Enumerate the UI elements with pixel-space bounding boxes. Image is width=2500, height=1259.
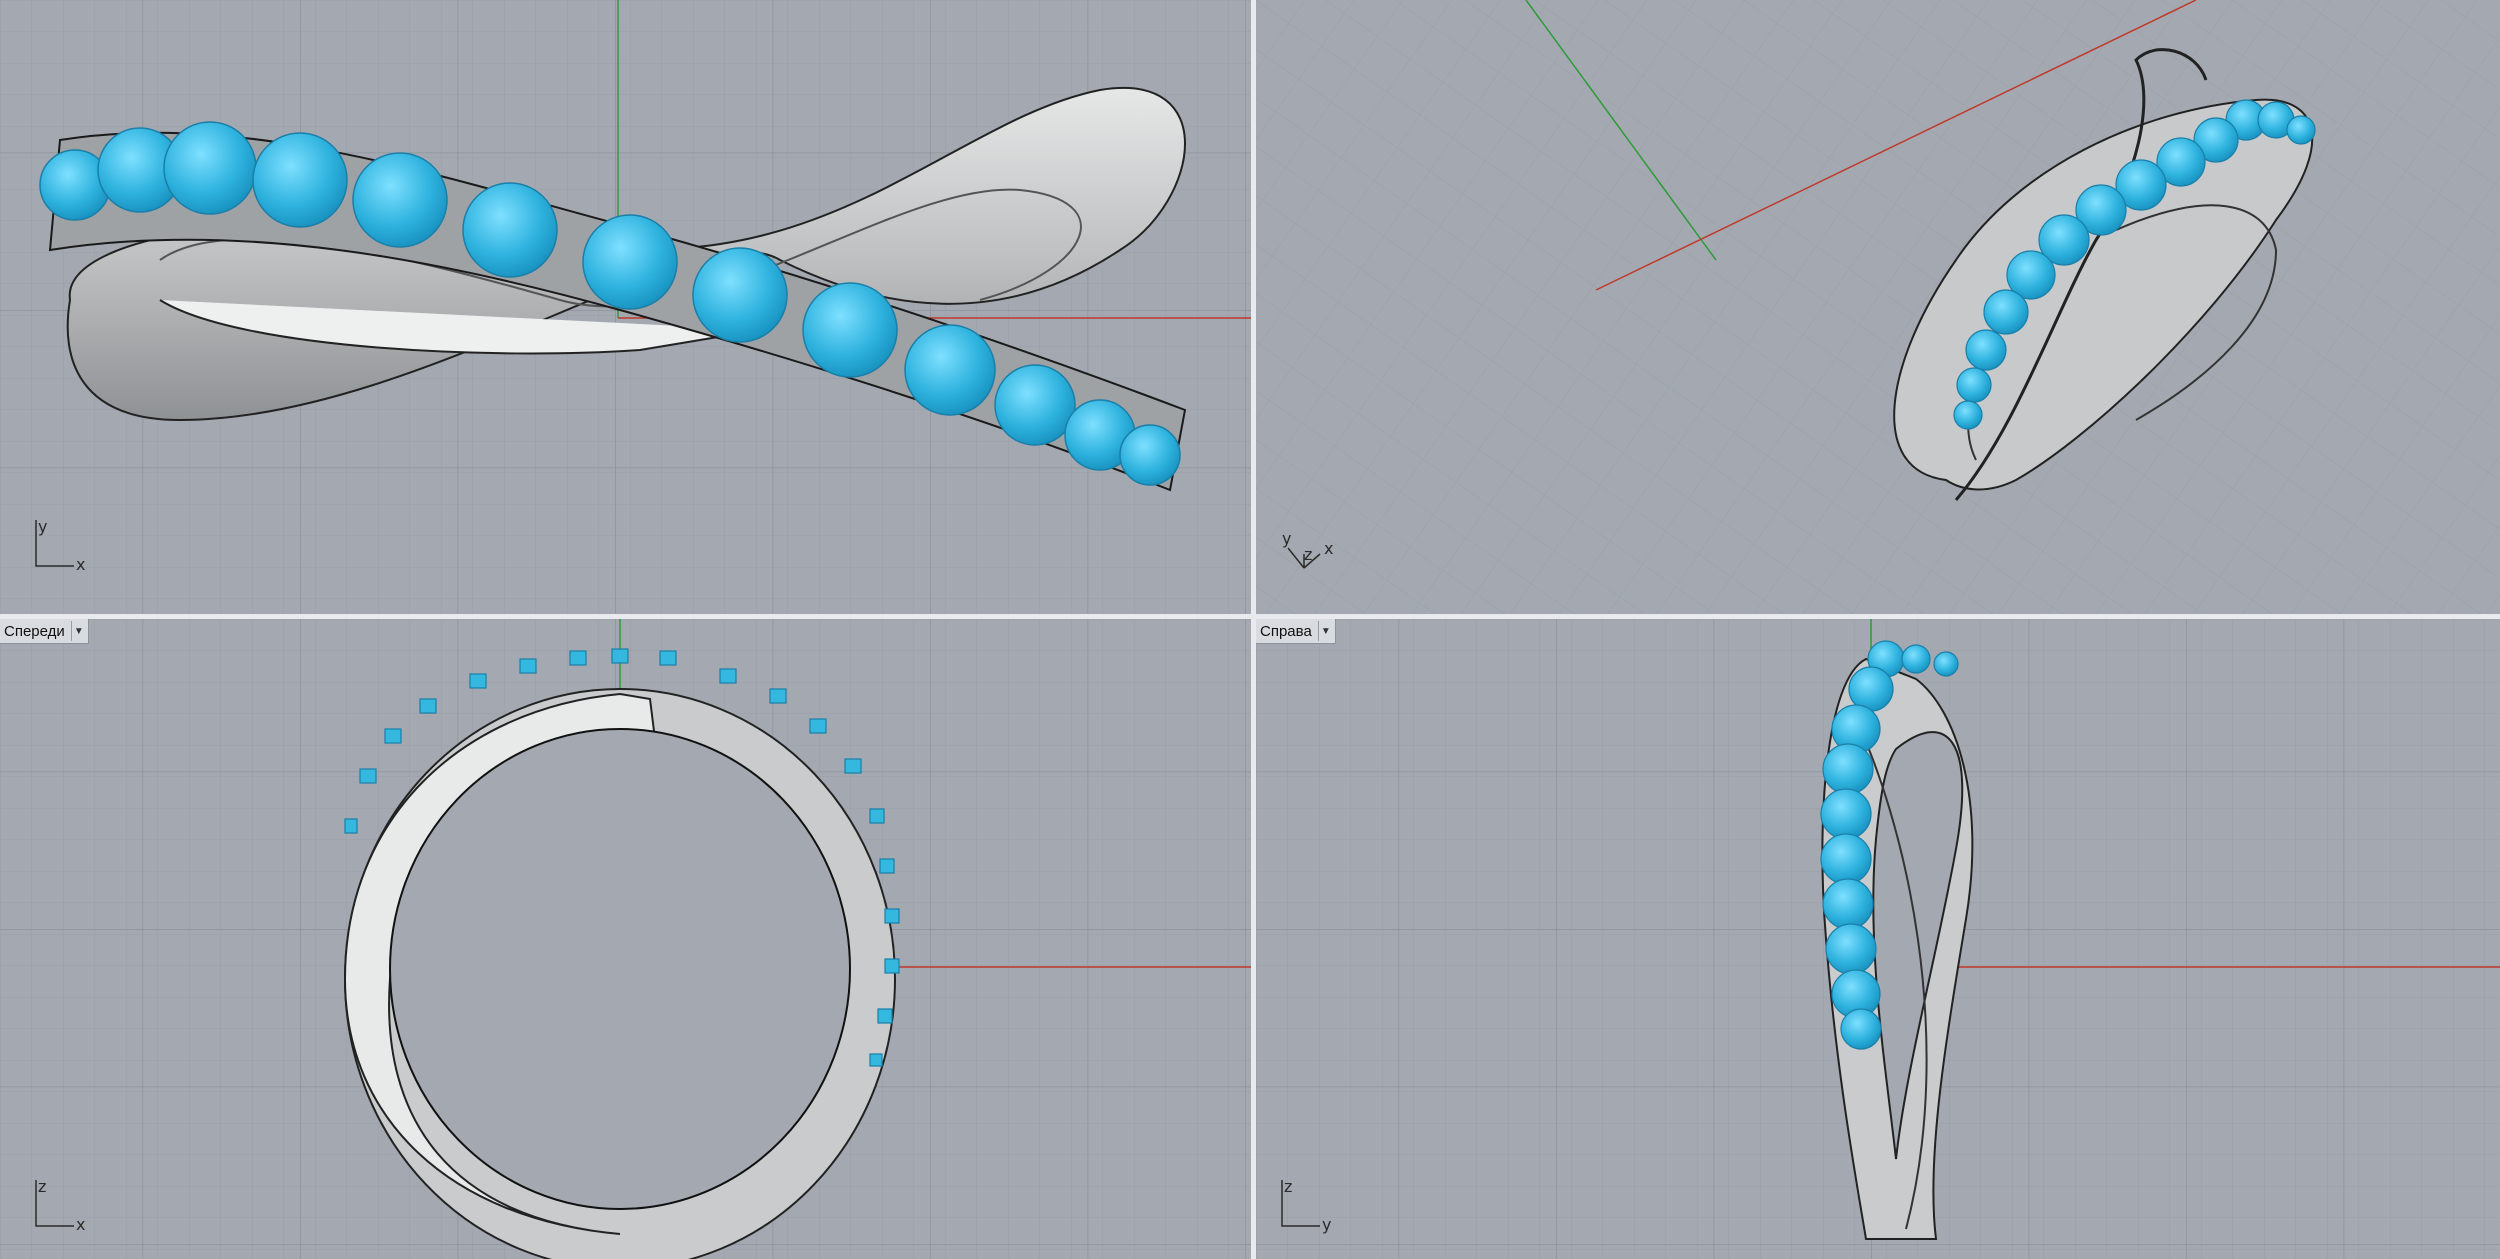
axis-label-z: z bbox=[38, 1177, 46, 1196]
axis-label-x: x bbox=[76, 1215, 85, 1234]
viewport-grid: y x y z x Спереди ▼ z x Справа ▼ z y bbox=[0, 0, 2500, 1259]
viewport-right[interactable]: Справа ▼ z y bbox=[1256, 619, 2500, 1259]
viewport-title-right[interactable]: Справа ▼ bbox=[1256, 619, 1336, 644]
viewport-title-front[interactable]: Спереди ▼ bbox=[0, 619, 89, 644]
perspective-view-scene bbox=[1256, 0, 2500, 614]
axis-icon-front: z x bbox=[35, 1177, 85, 1234]
front-view-scene bbox=[0, 619, 1251, 1259]
top-view-scene bbox=[0, 0, 1251, 614]
viewport-name: Спереди bbox=[4, 622, 65, 640]
axis-label-y: y bbox=[1322, 1215, 1331, 1234]
right-view-scene bbox=[1256, 619, 2500, 1259]
axis-label-x: x bbox=[76, 555, 85, 574]
chevron-down-icon[interactable]: ▼ bbox=[1317, 621, 1333, 641]
axis-icon-right: z y bbox=[1281, 1177, 1331, 1234]
chevron-down-icon[interactable]: ▼ bbox=[70, 621, 86, 641]
axis-icon-perspective: y z x bbox=[1282, 529, 1333, 569]
axis-label-z: z bbox=[1304, 545, 1312, 564]
axis-icon-top: y x bbox=[35, 517, 85, 574]
viewport-name: Справа bbox=[1260, 622, 1312, 640]
viewport-top[interactable]: y x bbox=[0, 0, 1251, 614]
axis-label-y: y bbox=[38, 517, 47, 536]
axis-label-z: z bbox=[1284, 1177, 1292, 1196]
viewport-perspective[interactable]: y z x bbox=[1256, 0, 2500, 614]
axis-label-x: x bbox=[1324, 539, 1333, 558]
axis-label-y: y bbox=[1282, 529, 1291, 548]
viewport-front[interactable]: Спереди ▼ z x bbox=[0, 619, 1251, 1259]
